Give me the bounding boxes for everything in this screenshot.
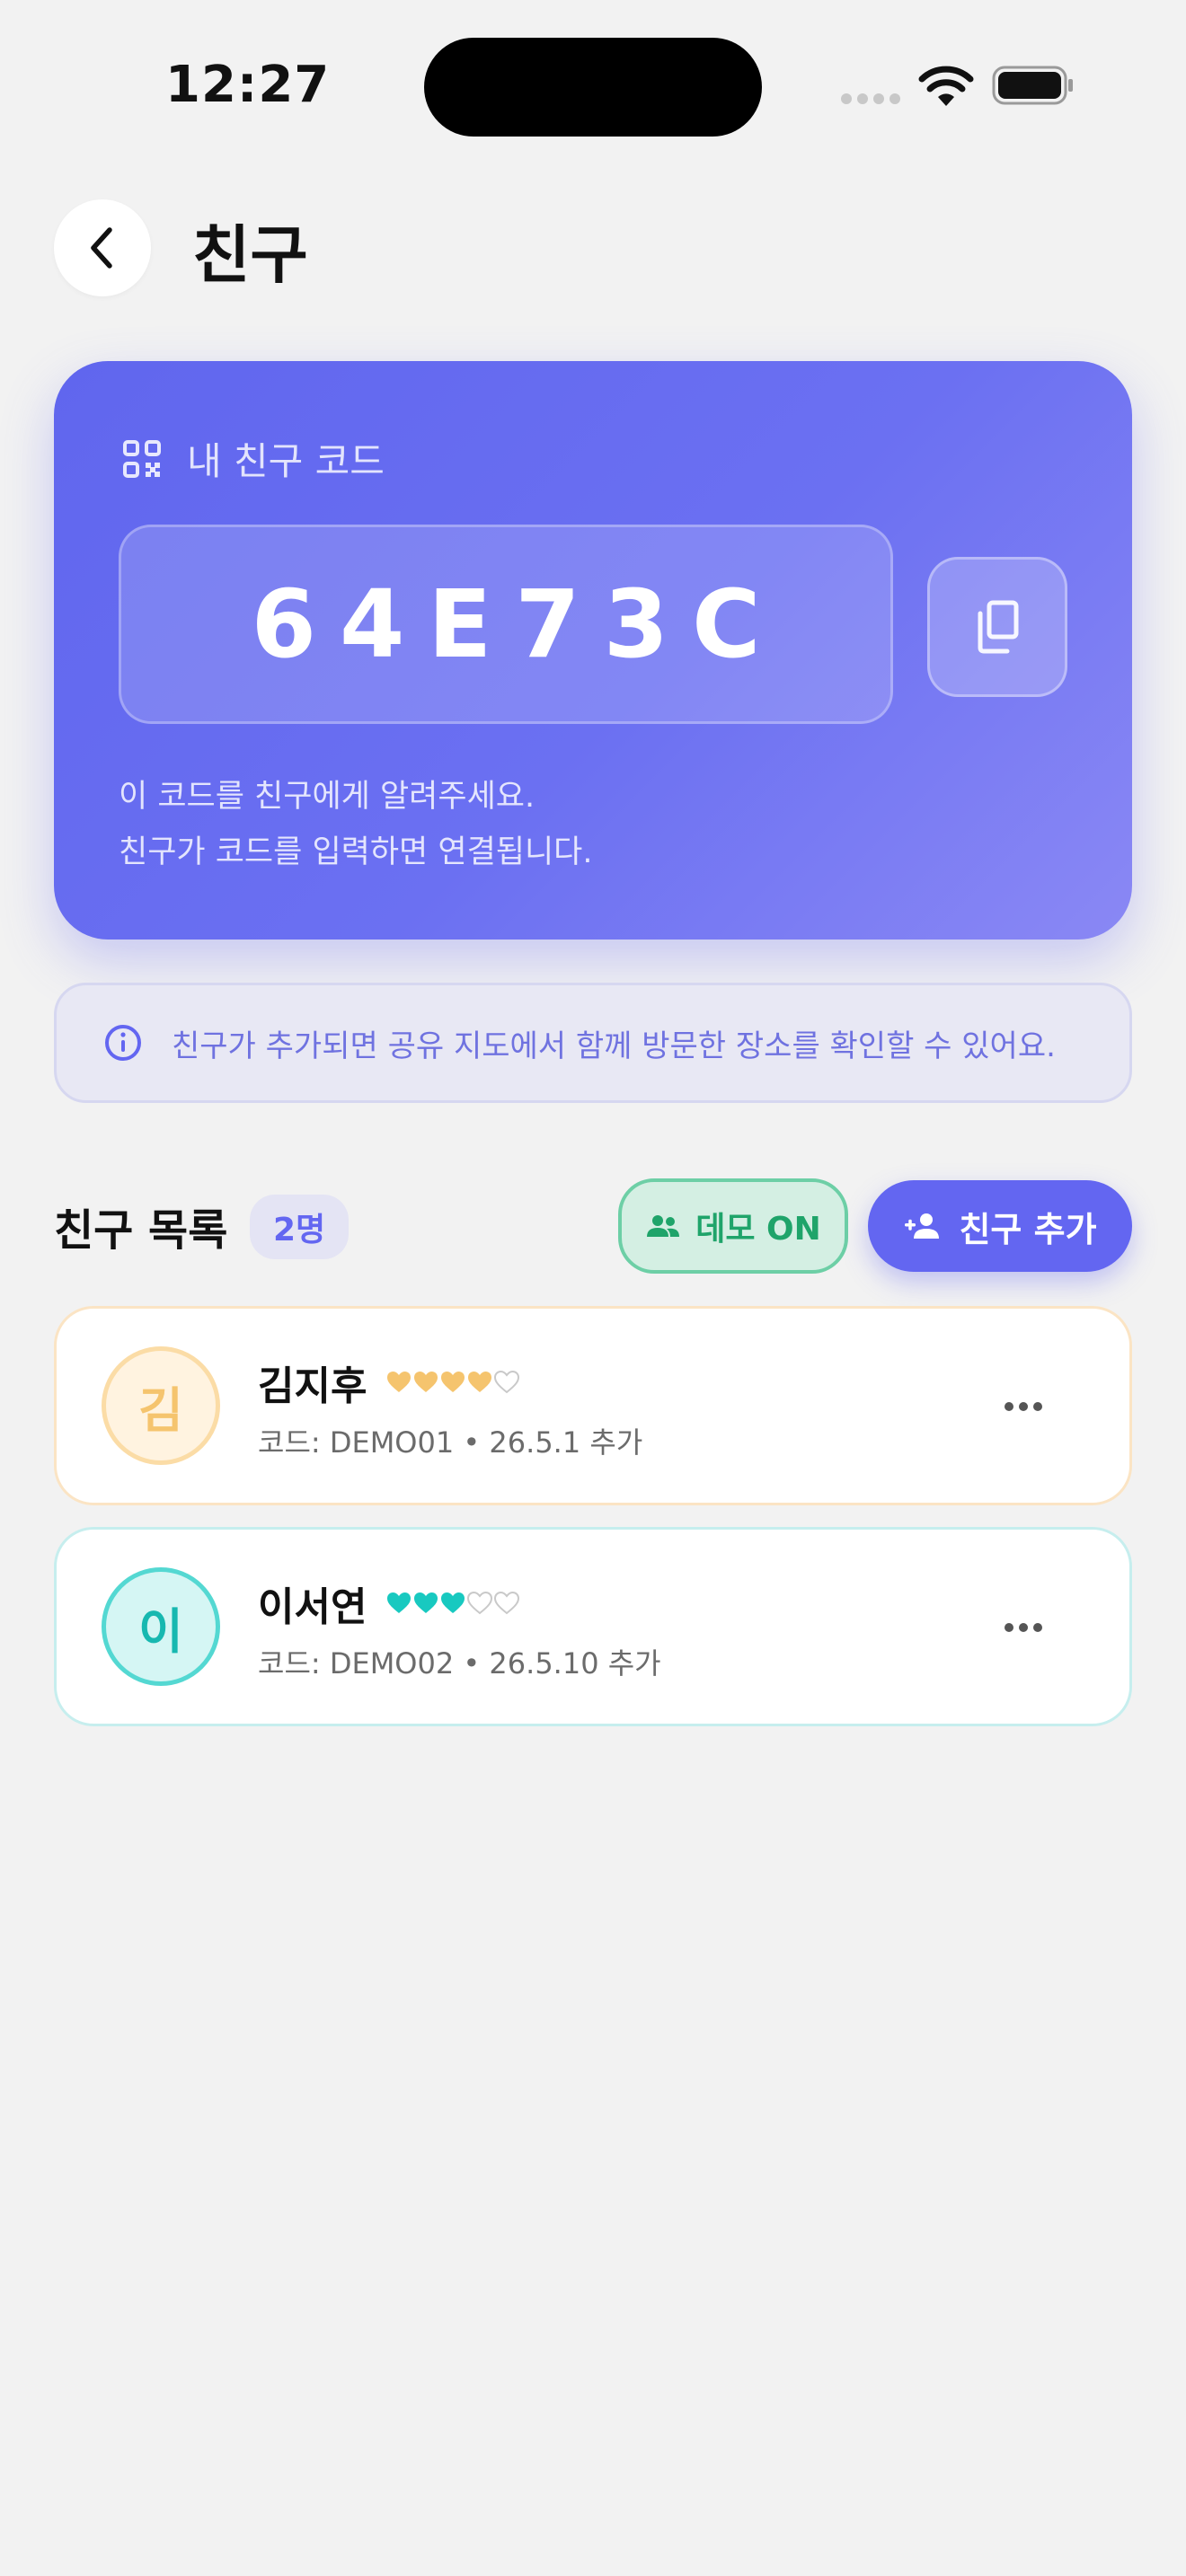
friend-code-label-row: 내 친구 코드 (122, 431, 385, 486)
qr-code-icon (123, 439, 161, 478)
friend-code-box[interactable]: 64E73C (119, 525, 893, 724)
more-options-button[interactable] (996, 1384, 1050, 1429)
people-icon (647, 1215, 680, 1237)
more-options-button[interactable] (996, 1605, 1050, 1650)
cellular-signal-icon (841, 93, 900, 104)
demo-toggle-button[interactable]: 데모 ON (618, 1178, 848, 1274)
friend-card[interactable]: 이 이서연 코드: DEMO02 • 26.5.10 추가 (54, 1527, 1132, 1726)
friend-code-card: 내 친구 코드 64E73C 이 코드를 친구에게 알려주세요. 친구가 코드를… (54, 361, 1132, 940)
friend-code-help: 이 코드를 친구에게 알려주세요. 친구가 코드를 입력하면 연결됩니다. (119, 769, 593, 880)
friend-code-help-line1: 이 코드를 친구에게 알려주세요. (119, 779, 535, 815)
heart-filled-icon (414, 1592, 438, 1613)
person-add-icon (905, 1213, 940, 1239)
info-icon (105, 1025, 141, 1061)
battery-icon (992, 66, 1073, 105)
friend-code-value: 64E73C (251, 569, 784, 679)
heart-filled-icon (468, 1372, 492, 1392)
status-time: 12:27 (165, 56, 331, 114)
friendship-hearts (386, 1592, 520, 1615)
info-banner: 친구가 추가되면 공유 지도에서 함께 방문한 장소를 확인할 수 있어요. (54, 983, 1132, 1103)
heart-filled-icon (387, 1372, 412, 1392)
copy-code-button[interactable] (927, 557, 1067, 697)
wifi-icon (918, 66, 974, 106)
more-horizontal-icon (1005, 1402, 1042, 1411)
avatar: 이 (102, 1567, 220, 1686)
copy-icon (978, 600, 1019, 654)
page-title: 친구 (192, 218, 308, 292)
friends-count-badge: 2명 (250, 1195, 350, 1259)
status-bar: 12:27 (0, 0, 1186, 171)
friend-code-help-line2: 친구가 코드를 입력하면 연결됩니다. (119, 834, 593, 870)
friend-card[interactable]: 김 김지후 코드: DEMO01 • 26.5.1 추가 (54, 1306, 1132, 1505)
avatar: 김 (102, 1346, 220, 1465)
friend-meta: 코드: DEMO02 • 26.5.10 추가 (258, 1646, 661, 1681)
add-friend-button[interactable]: 친구 추가 (868, 1180, 1132, 1272)
heart-filled-icon (441, 1372, 465, 1392)
chevron-left-icon (91, 227, 112, 269)
friend-name: 김지후 (258, 1363, 367, 1409)
info-banner-text: 친구가 추가되면 공유 지도에서 함께 방문한 장소를 확인할 수 있어요. (172, 1028, 1056, 1064)
friends-list-title: 친구 목록 (54, 1205, 228, 1256)
heart-filled-icon (387, 1592, 412, 1613)
heart-filled-icon (441, 1592, 465, 1613)
friend-code-label: 내 친구 코드 (187, 439, 385, 483)
more-horizontal-icon (1005, 1623, 1042, 1632)
demo-toggle-label: 데모 ON (695, 1211, 821, 1248)
add-friend-label: 친구 추가 (959, 1209, 1097, 1249)
friendship-hearts (386, 1371, 520, 1394)
heart-empty-icon (494, 1592, 520, 1615)
friend-name: 이서연 (258, 1584, 367, 1630)
dynamic-island (424, 38, 762, 137)
heart-empty-icon (494, 1371, 520, 1394)
friend-name-row: 이서연 (258, 1575, 520, 1632)
back-button[interactable] (54, 199, 151, 296)
heart-filled-icon (414, 1372, 438, 1392)
friend-meta: 코드: DEMO01 • 26.5.1 추가 (258, 1425, 643, 1460)
friend-name-row: 김지후 (258, 1354, 520, 1411)
heart-empty-icon (467, 1592, 493, 1615)
